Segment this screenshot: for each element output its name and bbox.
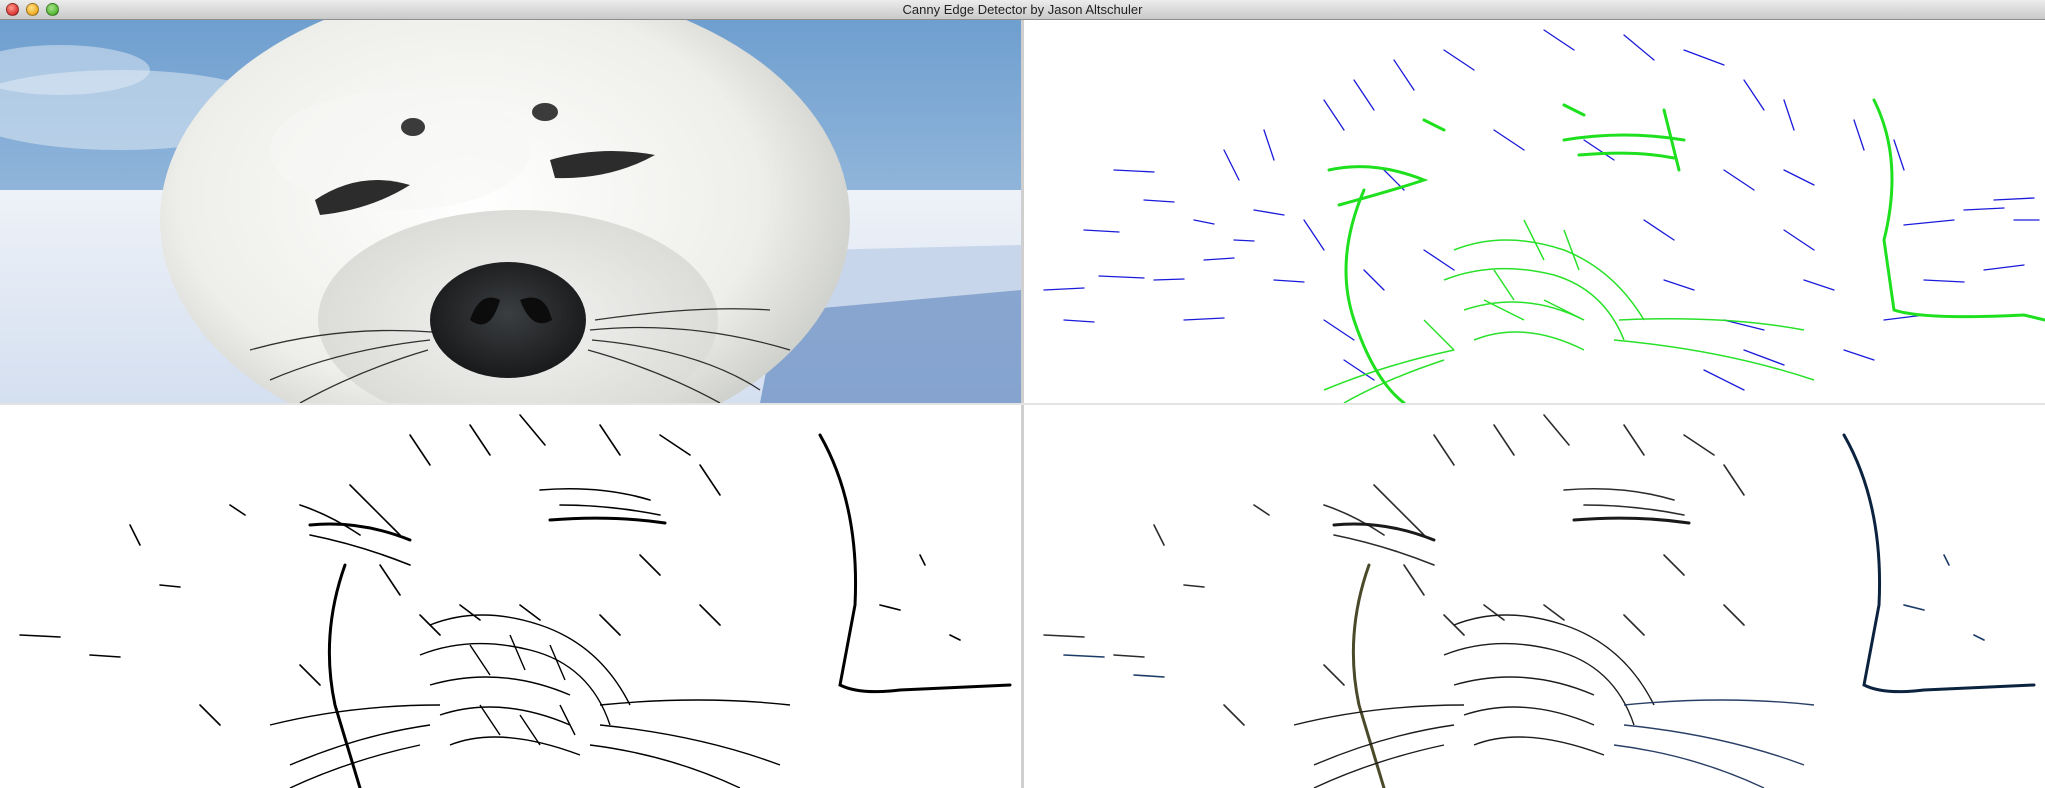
original-seal-photo bbox=[0, 20, 1021, 403]
colored-edge-map-image bbox=[1024, 405, 2045, 788]
colored-edge-map-panel bbox=[1024, 405, 2045, 788]
edge-strength-panel bbox=[1024, 20, 2045, 403]
edge-strength-image bbox=[1024, 20, 2045, 403]
window-title: Canny Edge Detector by Jason Altschuler bbox=[902, 2, 1143, 17]
image-grid bbox=[0, 20, 2045, 788]
app-window: Canny Edge Detector by Jason Altschuler bbox=[0, 0, 2045, 788]
edge-map-image bbox=[0, 405, 1021, 788]
horizontal-divider bbox=[0, 403, 2045, 405]
edge-map-panel bbox=[0, 405, 1021, 788]
title-bar[interactable]: Canny Edge Detector by Jason Altschuler bbox=[0, 0, 2045, 20]
original-image-panel bbox=[0, 20, 1021, 403]
